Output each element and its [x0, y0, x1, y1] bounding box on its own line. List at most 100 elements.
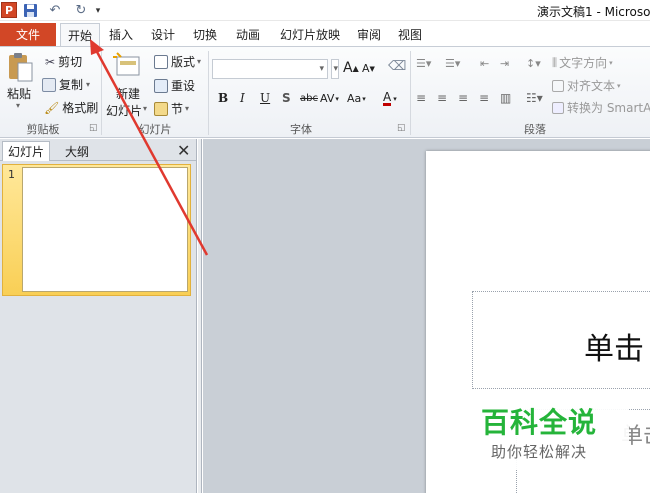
italic-button[interactable]: I: [240, 91, 245, 105]
change-case-button[interactable]: Aa ▾: [347, 92, 366, 105]
separator: [410, 51, 411, 135]
copy-icon: [42, 77, 56, 92]
title-placeholder[interactable]: 单击: [472, 291, 650, 389]
copy-button[interactable]: 复制 ▾: [42, 76, 90, 93]
increase-indent-icon[interactable]: ⇥: [500, 57, 509, 70]
tab-outline[interactable]: 大纲: [54, 142, 100, 161]
section-button[interactable]: 节 ▾: [154, 100, 189, 117]
save-icon[interactable]: [22, 2, 38, 19]
tab-view[interactable]: 视图: [393, 23, 427, 46]
reset-button[interactable]: 重设: [154, 77, 195, 94]
strikethrough-button[interactable]: abc: [300, 93, 318, 104]
new-slide-dropdown-icon[interactable]: ▾: [143, 104, 147, 113]
character-spacing-button[interactable]: AV ▾: [320, 92, 339, 105]
line-spacing-icon[interactable]: ↕▾: [526, 57, 541, 70]
chevron-down-icon: ▾: [335, 94, 339, 103]
shrink-font-button[interactable]: A ▼: [362, 62, 375, 75]
clipboard-group-label: 剪贴板: [26, 123, 60, 136]
cut-button[interactable]: ✂ 剪切: [45, 53, 82, 70]
tab-review[interactable]: 审阅: [352, 23, 386, 46]
font-color-label: A: [383, 90, 392, 106]
new-slide-label-line2: 幻灯片: [106, 104, 143, 118]
ribbon-home: 粘贴 ▾ ✂ 剪切 复制 ▾ 🖌 格式刷 剪贴板 ◱ 新建 幻灯片 ▾ 版式 ▾ 重设 …: [0, 46, 650, 138]
ribbon-tab-bar: 文件 开始 插入 设计 切换 动画 幻灯片放映 审阅 视图: [0, 21, 650, 47]
tab-insert[interactable]: 插入: [104, 23, 138, 46]
watermark-title: 百科全说: [481, 406, 598, 439]
chevron-down-icon: ▾: [319, 64, 324, 74]
new-slide-label-line1: 新建: [116, 87, 141, 101]
chevron-down-icon: ▾: [393, 94, 397, 103]
tab-slides[interactable]: 幻灯片: [2, 141, 50, 161]
format-painter-button[interactable]: 🖌 格式刷: [44, 99, 98, 116]
chevron-down-icon: ▾: [333, 64, 338, 74]
copy-dropdown-icon[interactable]: ▾: [86, 80, 90, 89]
smartart-icon: [552, 101, 564, 114]
align-text-label: 对齐文本: [567, 79, 616, 93]
bold-button[interactable]: B: [218, 91, 228, 105]
customize-quick-access-icon[interactable]: ▾: [93, 2, 103, 19]
chevron-down-icon: ▾: [609, 58, 613, 67]
align-left-icon[interactable]: ≡: [416, 91, 426, 105]
separator: [101, 51, 102, 135]
bullets-icon[interactable]: ☰▾: [416, 57, 431, 70]
slide-thumbnail[interactable]: [22, 167, 188, 292]
watermark: 百科全说 助你轻松解决: [473, 399, 629, 469]
tab-design[interactable]: 设计: [146, 23, 180, 46]
font-name-combobox[interactable]: ▾: [212, 59, 328, 79]
tab-transitions[interactable]: 切换: [188, 23, 222, 46]
watermark-subtitle: 助你轻松解决: [491, 443, 588, 461]
clipboard-dialog-launcher-icon[interactable]: ◱: [89, 123, 98, 133]
redo-icon[interactable]: ↻: [72, 2, 90, 19]
align-text-icon: [552, 79, 564, 92]
reset-label: 重设: [171, 79, 196, 93]
section-label: 节: [171, 102, 184, 116]
text-direction-icon: ⫼: [552, 55, 558, 69]
columns-icon[interactable]: ☷▾: [526, 91, 543, 105]
text-shadow-button[interactable]: S: [282, 91, 291, 105]
convert-smartart-button[interactable]: 转换为 SmartArt: [552, 99, 650, 116]
grow-font-label: A: [343, 60, 353, 76]
distributed-icon[interactable]: ▥: [500, 91, 511, 105]
change-case-label: Aa: [347, 92, 362, 105]
layout-button[interactable]: 版式 ▾: [154, 53, 201, 70]
undo-icon[interactable]: ↶: [44, 2, 66, 19]
paste-dropdown-icon[interactable]: ▾: [16, 101, 20, 110]
align-center-icon[interactable]: ≡: [437, 91, 447, 105]
justify-icon[interactable]: ≡: [479, 91, 489, 105]
font-size-combobox[interactable]: ▾: [331, 59, 339, 79]
paste-button[interactable]: 粘贴 ▾: [3, 51, 37, 115]
text-direction-label: 文字方向: [559, 56, 608, 70]
new-slide-button[interactable]: 新建 幻灯片 ▾: [105, 51, 149, 118]
close-icon[interactable]: ✕: [177, 141, 190, 160]
clear-formatting-icon[interactable]: ⌫: [388, 59, 406, 74]
underline-button[interactable]: U: [260, 91, 270, 105]
text-direction-button[interactable]: ⫼ 文字方向 ▾: [552, 54, 613, 71]
tab-slide-show[interactable]: 幻灯片放映: [274, 23, 346, 46]
chevron-down-icon: ▾: [617, 81, 621, 90]
powerpoint-app-icon[interactable]: P: [1, 2, 17, 18]
chevron-down-icon: ▾: [362, 94, 366, 103]
font-color-button[interactable]: A ▾: [383, 91, 397, 106]
align-right-icon[interactable]: ≡: [458, 91, 468, 105]
tab-animations[interactable]: 动画: [230, 23, 266, 46]
title-placeholder-text: 单击: [584, 332, 644, 367]
layout-dropdown-icon[interactable]: ▾: [197, 57, 201, 66]
section-dropdown-icon[interactable]: ▾: [185, 104, 189, 113]
align-text-button[interactable]: 对齐文本 ▾: [552, 77, 621, 94]
font-group-label: 字体: [290, 123, 312, 136]
grow-font-button[interactable]: A ▲: [343, 60, 359, 76]
font-dialog-launcher-icon[interactable]: ◱: [397, 123, 406, 133]
section-icon: [154, 101, 168, 116]
scissors-icon: ✂: [45, 54, 56, 69]
tab-home[interactable]: 开始: [60, 23, 100, 47]
tab-file[interactable]: 文件: [0, 23, 56, 46]
pane-splitter[interactable]: [198, 139, 202, 493]
slides-pane-tabs: 幻灯片 大纲 ✕: [0, 139, 196, 161]
decrease-indent-icon[interactable]: ⇤: [480, 57, 489, 70]
window-title: 演示文稿1 - Microsoft PowerPoint: [537, 5, 650, 19]
slide-thumbnail-selected[interactable]: 1: [2, 164, 191, 296]
title-bar: P ↶ ↻ ▾ 演示文稿1 - Microsoft PowerPoint: [0, 0, 650, 21]
character-spacing-label: AV: [320, 92, 335, 105]
format-painter-label: 格式刷: [62, 101, 99, 115]
numbering-icon[interactable]: ☰▾: [445, 57, 460, 70]
